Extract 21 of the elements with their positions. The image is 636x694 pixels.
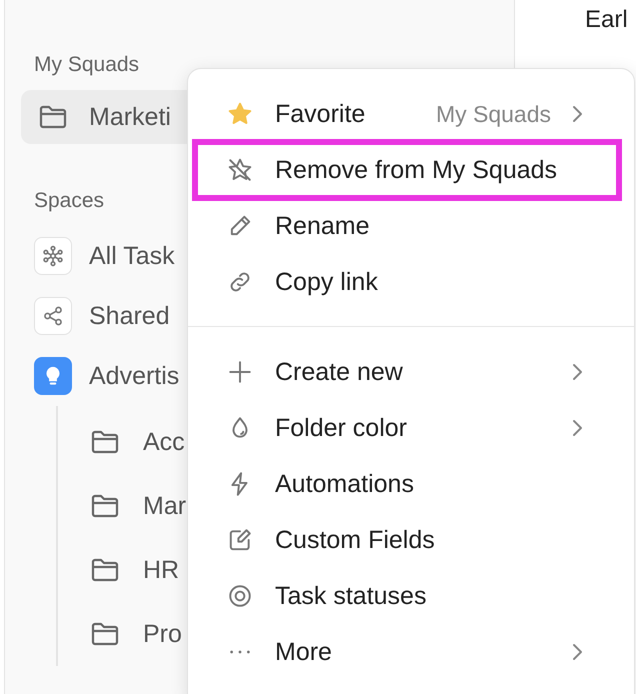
folder-icon — [91, 430, 119, 454]
star-icon — [227, 101, 253, 127]
menu-item[interactable]: Copy link — [195, 254, 619, 310]
lightbulb-icon — [34, 357, 72, 395]
target-icon — [227, 583, 253, 609]
folder-icon — [91, 494, 119, 518]
folder-icon — [91, 622, 119, 646]
crossed-star-icon — [227, 157, 253, 183]
folder-icon — [39, 105, 67, 129]
section-heading: Spaces — [33, 188, 106, 214]
folder-icon — [91, 558, 119, 582]
menu-item[interactable]: Rename — [195, 198, 619, 254]
share-icon — [34, 297, 72, 335]
plus-icon — [227, 359, 253, 385]
page-heading: Earl — [585, 6, 629, 34]
menu-item[interactable]: Create new — [195, 344, 619, 400]
menu-item[interactable]: Remove from My Squads — [195, 142, 619, 198]
section-heading: My Squads — [33, 52, 140, 78]
more-icon — [229, 649, 251, 655]
edit-icon — [227, 527, 253, 553]
hub-icon — [34, 237, 72, 275]
